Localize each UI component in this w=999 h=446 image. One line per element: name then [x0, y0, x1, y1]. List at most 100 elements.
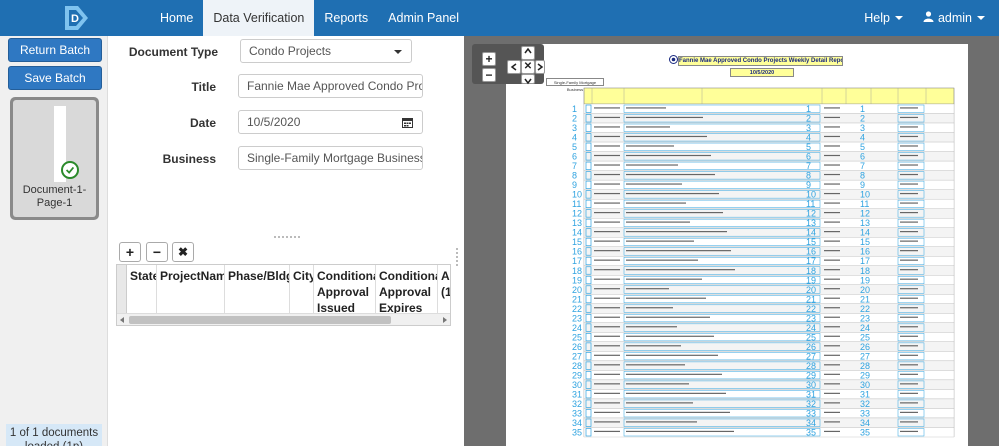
doc-text-line — [900, 231, 918, 233]
document-page-image: 1 1 1 2 2 2 3 3 3 4 4 4 5 5 5 6 6 6 7 7 7 8 8 8 9 9 9 10 10 10 11 11 11 1… — [506, 44, 968, 446]
date-picker-button[interactable] — [393, 110, 423, 134]
doc-row-number: 15 — [572, 237, 582, 247]
doc-text-line — [626, 240, 694, 242]
column-header-approval[interactable]: Ap (10 — [438, 265, 450, 313]
doc-text-line — [900, 307, 918, 309]
doc-table-row — [583, 179, 955, 190]
doc-row-number: 31 — [572, 389, 582, 399]
doc-row-number: 16 — [572, 247, 582, 257]
scroll-left-icon[interactable] — [120, 317, 124, 323]
doc-text-line — [594, 259, 620, 261]
pan-up-button[interactable] — [521, 46, 535, 60]
doc-table-row — [583, 313, 955, 323]
user-menu[interactable]: admin — [913, 0, 999, 36]
title-input[interactable]: Fannie Mae Approved Condo Projects Weekl… — [238, 74, 423, 98]
date-input[interactable]: 10/5/2020 — [238, 110, 394, 134]
doc-text-line — [594, 421, 620, 423]
doc-text-line — [626, 326, 677, 328]
doc-text-line — [900, 364, 918, 366]
doc-row-number: 5 — [806, 142, 811, 152]
doc-text-line — [594, 126, 620, 128]
doc-text-line — [900, 288, 918, 290]
doc-text-line — [626, 402, 693, 404]
doc-row-number: 7 — [806, 161, 811, 171]
page-thumbnail[interactable]: Document-1-Page-1 — [10, 97, 99, 220]
document-count-status: 1 of 1 documents loaded (1p) — [6, 424, 102, 446]
business-input[interactable]: Single-Family Mortgage Business — [238, 146, 423, 170]
horizontal-splitter-handle[interactable] — [274, 236, 300, 238]
column-header-conditional-approval-issued[interactable]: Conditional Approval Issued — [314, 265, 376, 313]
doc-text-line — [824, 269, 840, 271]
pan-reset-button[interactable]: ✕ — [521, 60, 535, 74]
brand[interactable]: D — [0, 0, 150, 36]
doc-row-number: 5 — [860, 142, 865, 152]
doc-row-number: 14 — [806, 228, 816, 238]
nav-admin-panel[interactable]: Admin Panel — [378, 0, 469, 36]
data-grid: State ProjectName Phase/Bldg# City Condi… — [116, 264, 451, 326]
doc-row-number: 34 — [860, 418, 870, 428]
doc-row-number: 33 — [572, 408, 582, 418]
clear-rows-button[interactable]: ✖ — [172, 242, 194, 262]
nav-home[interactable]: Home — [150, 0, 203, 36]
document-title: Fannie Mae Approved Condo Projects Weekl… — [678, 56, 843, 66]
save-batch-button[interactable]: Save Batch — [8, 66, 102, 90]
doc-text-line — [626, 116, 703, 119]
doc-row-number: 20 — [806, 285, 816, 295]
nav-reports[interactable]: Reports — [314, 0, 378, 36]
doc-text-line — [900, 164, 918, 166]
doc-text-line — [824, 183, 840, 185]
doc-text-line — [626, 126, 670, 128]
return-batch-button[interactable]: Return Batch — [8, 38, 102, 62]
doc-row-number: 27 — [806, 351, 816, 361]
pan-down-button[interactable] — [521, 74, 535, 85]
doc-row-number: 28 — [806, 361, 816, 371]
doc-row-number: 8 — [860, 171, 865, 181]
doc-row-number: 26 — [860, 342, 870, 352]
help-menu[interactable]: Help — [854, 0, 913, 36]
add-row-button[interactable]: + — [119, 242, 141, 262]
doc-table-row — [583, 198, 955, 209]
doc-text-line — [594, 307, 620, 309]
doc-row-number: 6 — [572, 152, 577, 162]
doc-text-line — [594, 297, 620, 299]
pan-right-button[interactable] — [535, 60, 545, 74]
doc-text-line — [824, 126, 840, 128]
doc-table-row — [583, 132, 955, 143]
scrollbar-thumb[interactable] — [129, 316, 391, 324]
column-header-city[interactable]: City — [290, 265, 314, 313]
grid-horizontal-scrollbar[interactable] — [117, 313, 450, 325]
zoom-out-button[interactable]: − — [482, 68, 496, 82]
doc-text-line — [594, 345, 620, 347]
column-header-state[interactable]: State — [127, 265, 157, 313]
column-header-conditional-approval-expires[interactable]: Conditional Approval Expires — [376, 265, 438, 313]
column-header-projectname[interactable]: ProjectName — [157, 265, 225, 313]
doc-row-number: 29 — [806, 370, 816, 380]
scroll-right-icon[interactable] — [443, 317, 447, 323]
title-label: Title — [191, 80, 216, 94]
zoom-in-button[interactable]: + — [482, 52, 496, 66]
doc-text-line — [900, 316, 918, 318]
doc-text-line — [824, 326, 840, 328]
doc-table-row — [583, 408, 955, 419]
remove-row-button[interactable]: − — [146, 242, 168, 262]
column-header-phase-bldg[interactable]: Phase/Bldg# — [225, 265, 290, 313]
doc-text-line — [626, 345, 681, 347]
vertical-splitter-handle[interactable] — [456, 248, 458, 266]
doc-table-row — [583, 122, 955, 133]
doc-table-row — [583, 303, 955, 314]
doc-text-line — [594, 373, 620, 375]
fannie-mae-logo-icon — [669, 55, 678, 64]
document-type-select[interactable]: Condo Projects — [240, 39, 412, 63]
doc-text-line — [824, 278, 840, 280]
document-date: 10/5/2020 — [730, 68, 794, 77]
doc-text-line — [594, 316, 620, 318]
pan-left-button[interactable] — [507, 60, 521, 74]
doc-text-line — [594, 221, 620, 223]
doc-text-line — [900, 135, 918, 138]
doc-text-line — [824, 297, 840, 299]
doc-row-number: 1 — [806, 104, 811, 114]
chevron-down-icon — [524, 78, 532, 85]
nav-data-verification[interactable]: Data Verification — [203, 0, 315, 36]
doc-text-line — [900, 402, 918, 404]
doc-text-line — [900, 116, 918, 119]
